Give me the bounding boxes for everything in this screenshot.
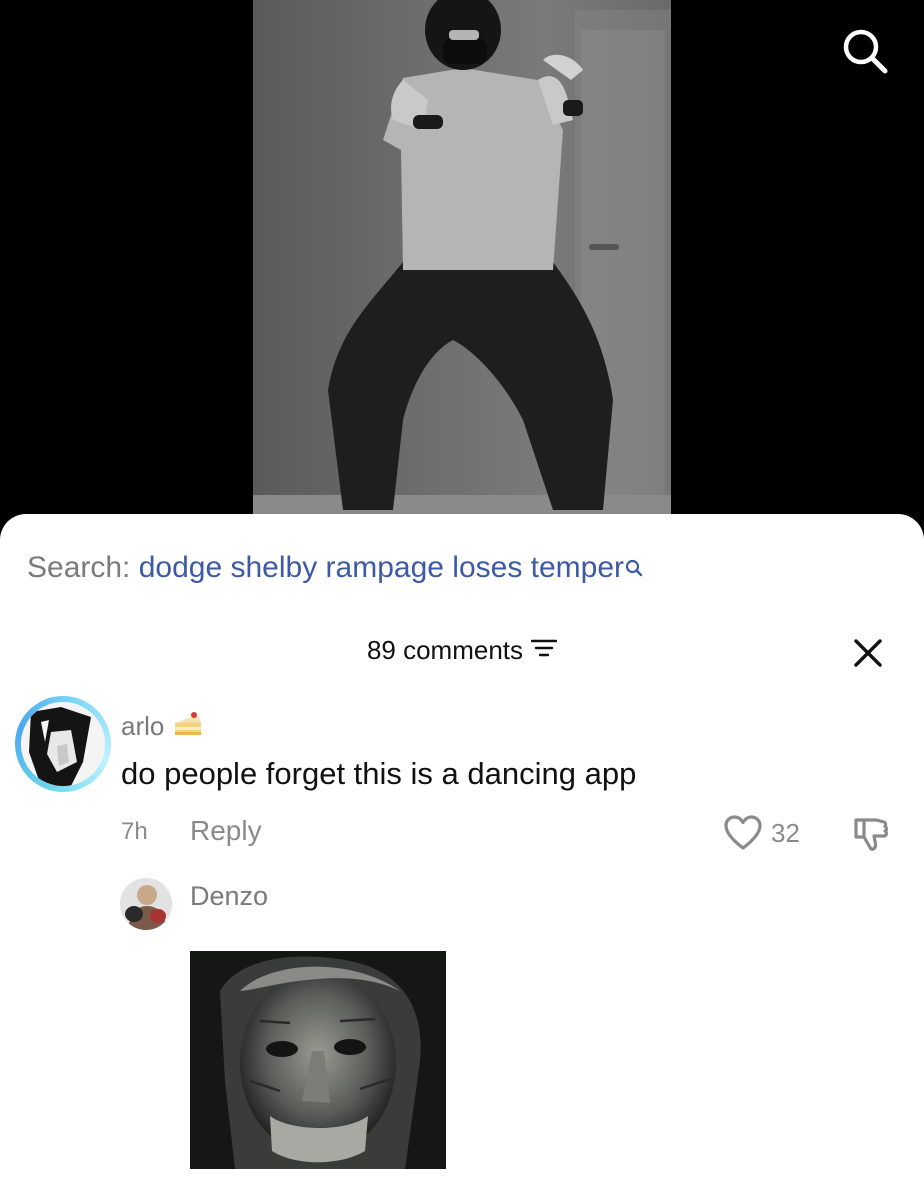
search-prefix: Search: — [27, 551, 131, 584]
username-text: arlo — [121, 711, 165, 741]
avatar-image — [21, 702, 105, 786]
old-man-portrait — [190, 951, 446, 1169]
search-icon — [625, 550, 643, 590]
comment-username[interactable]: arlo — [121, 710, 204, 744]
reply-username[interactable]: Denzo — [190, 881, 268, 912]
reply-button[interactable]: Reply — [190, 815, 262, 847]
reply-image[interactable] — [190, 951, 446, 1169]
search-icon[interactable] — [840, 26, 890, 76]
thumbs-down-icon[interactable] — [850, 814, 890, 854]
comments-sheet: Search: dodge shelby rampage loses tempe… — [0, 514, 924, 1200]
avatar[interactable] — [120, 878, 172, 930]
heart-icon[interactable] — [723, 814, 763, 852]
search-suggestion[interactable]: Search: dodge shelby rampage loses tempe… — [27, 548, 643, 590]
avatar[interactable] — [15, 696, 111, 792]
app-screen: Search: dodge shelby rampage loses tempe… — [0, 0, 924, 1200]
dancer-video-still — [253, 0, 671, 560]
video-player[interactable] — [0, 0, 924, 560]
comment-text: do people forget this is a dancing app — [121, 756, 637, 791]
close-icon[interactable] — [851, 636, 885, 670]
filter-icon[interactable] — [530, 632, 558, 668]
comments-header[interactable]: 89 comments — [0, 632, 924, 668]
video-frame — [253, 0, 671, 560]
comments-count: 89 comments — [366, 635, 524, 665]
like-count: 32 — [771, 818, 800, 848]
comment-timestamp: 7h — [121, 818, 148, 845]
search-query-link[interactable]: dodge shelby rampage loses temper — [139, 551, 624, 584]
cake-icon — [172, 709, 204, 744]
